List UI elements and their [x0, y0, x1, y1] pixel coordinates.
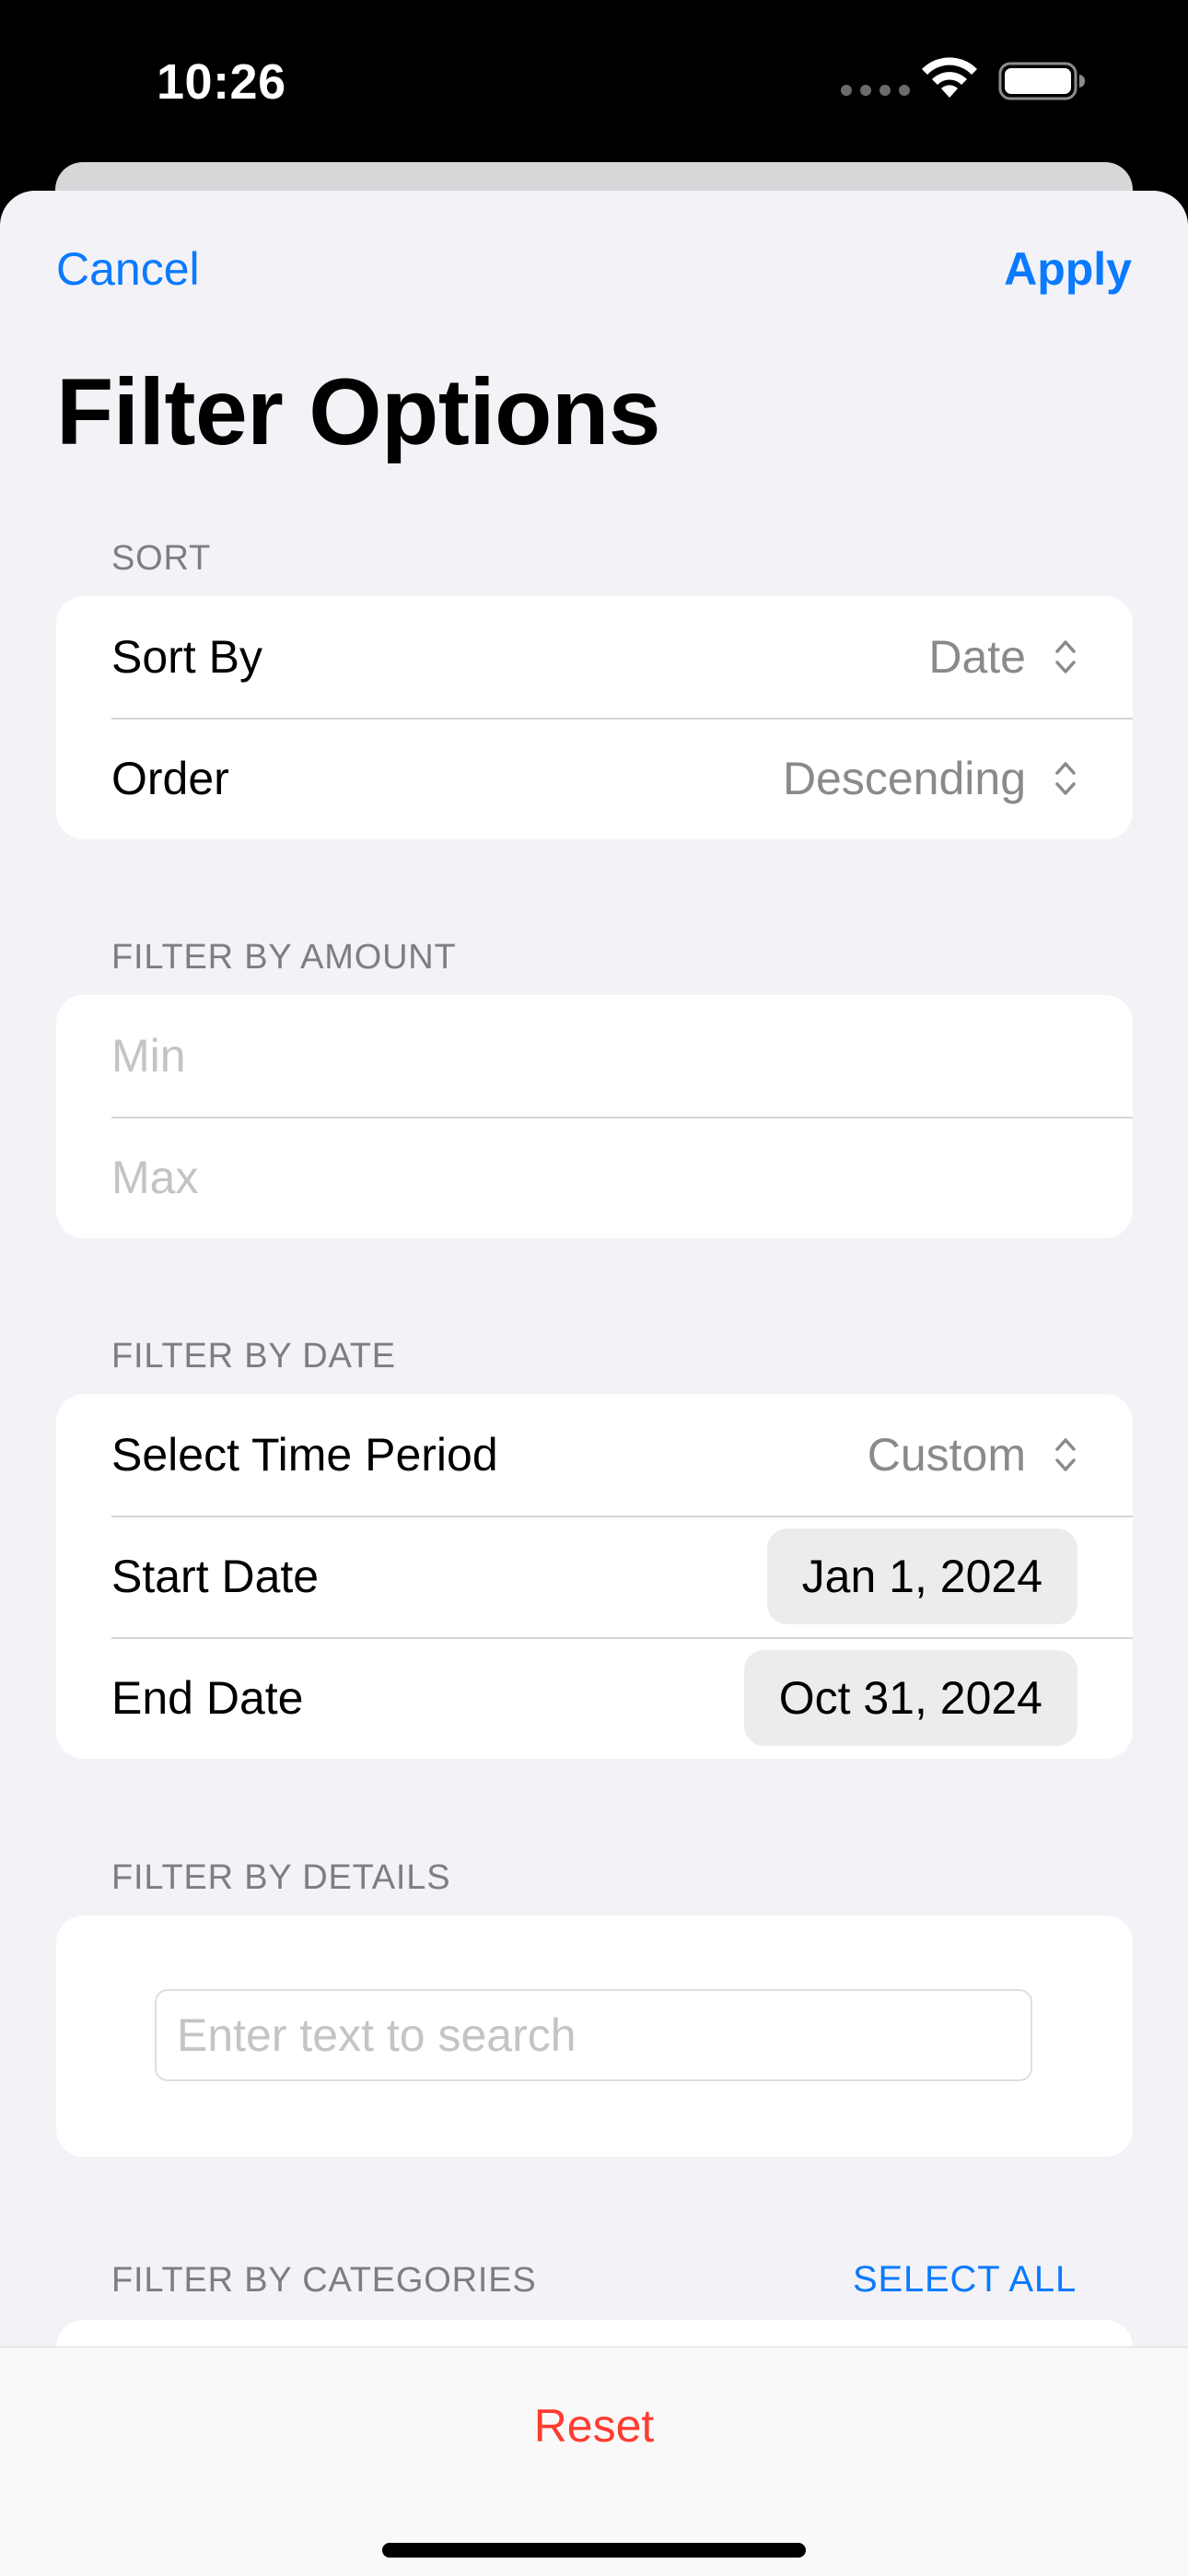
time-period-value[interactable]: Custom [868, 1428, 1026, 1481]
end-date-picker[interactable]: Oct 31, 2024 [743, 1650, 1077, 1746]
start-date-label: Start Date [111, 1551, 320, 1602]
max-amount-field[interactable]: Max [56, 1117, 1133, 1238]
cancel-button[interactable]: Cancel [56, 242, 200, 296]
section-header-details: FILTER BY DETAILS [111, 1858, 451, 1897]
reset-button[interactable]: Reset [0, 2399, 1188, 2453]
start-date-picker[interactable]: Jan 1, 2024 [766, 1528, 1077, 1624]
order-row[interactable]: Order Descending [56, 718, 1133, 839]
bottom-toolbar: Reset [0, 2347, 1188, 2576]
sort-by-row[interactable]: Sort By Date [56, 596, 1133, 718]
order-label: Order [111, 753, 229, 804]
screen: 10:26 Cancel Apply Filter Options SORT S… [0, 0, 1188, 2576]
amount-group: Min Max [56, 995, 1133, 1238]
filter-sheet: Cancel Apply Filter Options SORT Sort By… [0, 191, 1188, 2576]
time-period-label: Select Time Period [111, 1429, 498, 1481]
cellular-signal-icon [841, 85, 910, 96]
sort-group: Sort By Date Order Descending [56, 596, 1133, 839]
sort-by-value[interactable]: Date [928, 630, 1026, 684]
section-header-amount: FILTER BY AMOUNT [111, 938, 457, 977]
section-header-sort: SORT [111, 539, 212, 578]
order-value[interactable]: Descending [783, 752, 1026, 805]
wifi-icon [922, 57, 977, 98]
min-placeholder: Min [111, 1030, 186, 1082]
min-amount-field[interactable]: Min [56, 995, 1133, 1117]
page-title: Filter Options [56, 359, 661, 464]
time-period-row[interactable]: Select Time Period Custom [56, 1394, 1133, 1516]
chevron-updown-icon [1055, 762, 1076, 795]
details-search-input[interactable]: Enter text to search [155, 1989, 1032, 2081]
apply-button[interactable]: Apply [1004, 242, 1132, 296]
status-time: 10:26 [157, 54, 286, 110]
details-group: Enter text to search [56, 1915, 1133, 2157]
sort-by-label: Sort By [111, 631, 262, 683]
max-placeholder: Max [111, 1152, 199, 1203]
section-header-categories: FILTER BY CATEGORIES [111, 2261, 537, 2300]
chevron-updown-icon [1055, 1438, 1076, 1471]
end-date-row: End Date Oct 31, 2024 [56, 1637, 1133, 1759]
home-indicator[interactable] [382, 2543, 806, 2558]
start-date-row: Start Date Jan 1, 2024 [56, 1516, 1133, 1637]
section-header-date: FILTER BY DATE [111, 1337, 396, 1376]
battery-icon [998, 62, 1085, 100]
status-bar: 10:26 [0, 0, 1188, 162]
end-date-label: End Date [111, 1672, 304, 1724]
chevron-updown-icon [1055, 640, 1076, 673]
date-group: Select Time Period Custom Start Date Jan… [56, 1394, 1133, 1759]
select-all-button[interactable]: SELECT ALL [853, 2259, 1077, 2301]
